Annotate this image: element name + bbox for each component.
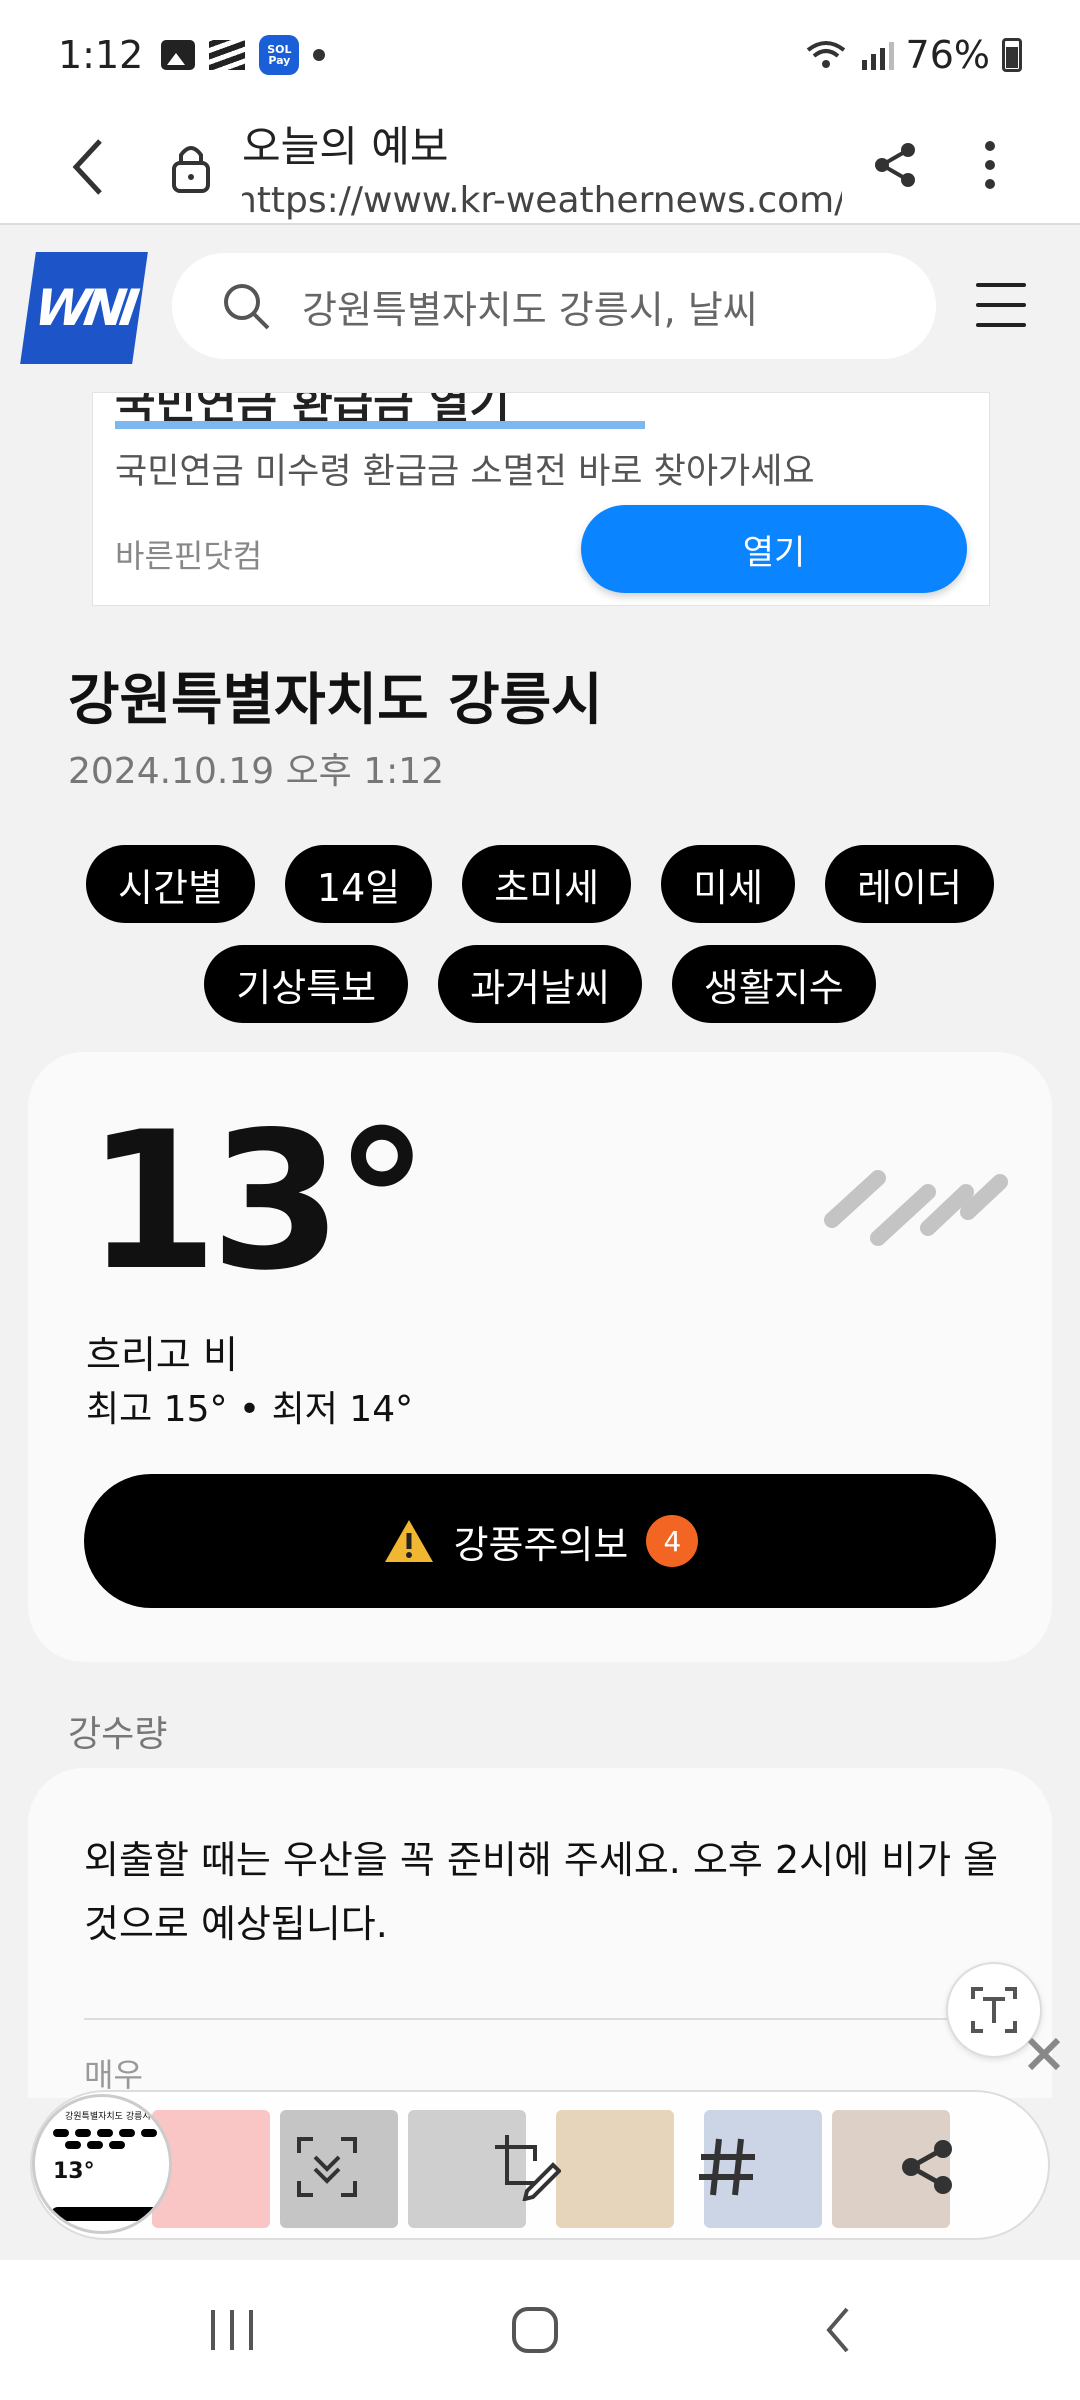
forecast-tabs: 시간별 14일 초미세 미세 레이더 기상특보 과거날씨 생활지수 <box>40 845 1040 1023</box>
precipitation-card: 외출할 때는 우산을 꼭 준비해 주세요. 오후 2시에 비가 올 것으로 예상… <box>28 1768 1052 2098</box>
location-title: 강원특별자치도 강릉시 <box>68 668 603 733</box>
ad-title-underline <box>115 421 645 429</box>
back-button[interactable] <box>58 137 118 197</box>
thumbnail-chip <box>97 2129 113 2137</box>
notification-icons: SOL Pay <box>161 35 326 75</box>
site-header: WNI 강원특별자치도 강릉시, 날씨 <box>0 227 1080 392</box>
site-info-button[interactable] <box>166 137 216 197</box>
screenshot-thumbnail[interactable]: 강원특별자치도 강릉시 13° <box>32 2094 172 2234</box>
tab-life-index[interactable]: 생활지수 <box>671 945 876 1023</box>
gallery-notification-icon <box>161 40 196 70</box>
scroll-capture-icon <box>297 2137 357 2197</box>
tab-ultrafine-dust[interactable]: 초미세 <box>462 845 632 923</box>
weather-condition: 흐리고 비 <box>86 1333 238 1377</box>
divider <box>84 2018 1004 2020</box>
more-vert-icon <box>985 141 995 189</box>
ad-brand: 바른핀닷컴 <box>115 537 263 575</box>
lock-icon <box>172 145 210 193</box>
tab-fine-dust[interactable]: 미세 <box>661 845 796 923</box>
page-url: https://www.kr-weathernews.com/r <box>242 179 842 221</box>
thumbnail-title: 강원특별자치도 강릉시 <box>65 2112 151 2122</box>
current-temperature: 13° <box>86 1091 429 1312</box>
thumbnail-chip <box>109 2141 125 2149</box>
tab-hourly[interactable]: 시간별 <box>86 845 255 923</box>
advertisement-banner[interactable]: 국민연금 환급금 열기 국민연금 미수령 환급금 소멸전 바로 찾아가세요 바른… <box>92 392 990 606</box>
share-button[interactable] <box>860 130 930 200</box>
page-title: 오늘의 예보 <box>242 121 449 171</box>
location-datetime: 2024.10.19 오후 1:12 <box>68 751 445 792</box>
wifi-icon <box>806 41 845 68</box>
back-arrow-icon <box>826 2307 849 2353</box>
sol-pay-icon: SOL Pay <box>259 35 300 75</box>
share-screenshot-button[interactable] <box>872 2112 982 2222</box>
crop-edit-button[interactable] <box>472 2112 582 2222</box>
scroll-capture-button[interactable] <box>272 2112 382 2222</box>
home-button[interactable] <box>495 2300 575 2360</box>
search-input[interactable]: 강원특별자치도 강릉시, 날씨 <box>172 253 936 359</box>
thumbnail-alert-bar <box>51 2207 159 2221</box>
menu-button[interactable] <box>976 283 1026 327</box>
search-placeholder: 강원특별자치도 강릉시, 날씨 <box>302 287 758 332</box>
battery-percent: 76% <box>905 33 990 77</box>
close-toolbar-button[interactable] <box>1018 2028 1070 2080</box>
chevron-left-icon <box>72 138 102 195</box>
current-weather-card: 13° 흐리고 비 최고 15° • 최저 14° 강풍주의보 4 <box>28 1052 1052 1662</box>
more-notifications-dot-icon <box>313 49 326 61</box>
ad-description: 국민연금 미수령 환급금 소멸전 바로 찾아가세요 <box>115 452 815 492</box>
weather-alert-button[interactable]: 강풍주의보 4 <box>84 1474 996 1608</box>
search-icon <box>224 284 270 330</box>
precipitation-section-label: 강수량 <box>68 1714 168 1755</box>
screenshot-toolbar: 강원특별자치도 강릉시 13° <box>30 2090 1050 2240</box>
thumbnail-chip <box>65 2141 81 2149</box>
rain-icon <box>824 1170 1008 1246</box>
nav-back-button[interactable] <box>798 2300 878 2360</box>
crop-edit-icon <box>495 2135 561 2201</box>
recent-apps-button[interactable] <box>192 2300 272 2360</box>
stripes-notification-icon <box>209 40 246 70</box>
tab-past-weather[interactable]: 과거날씨 <box>438 945 642 1023</box>
thumbnail-temperature: 13° <box>53 2159 95 2184</box>
status-bar: 1:12 SOL Pay 76% <box>0 0 1080 110</box>
tab-weather-warnings[interactable]: 기상특보 <box>204 945 409 1023</box>
status-time: 1:12 <box>58 33 144 77</box>
system-navigation-bar <box>0 2260 1080 2400</box>
ad-open-button[interactable]: 열기 <box>581 505 967 593</box>
battery-icon <box>1002 38 1022 72</box>
site-logo[interactable]: WNI <box>20 252 148 364</box>
close-icon <box>1027 2037 1061 2071</box>
alert-count-badge: 4 <box>646 1515 699 1567</box>
browser-toolbar: 오늘의 예보 https://www.kr-weathernews.com/r <box>0 110 1080 225</box>
thumbnail-chip <box>119 2129 135 2137</box>
home-icon <box>512 2307 558 2353</box>
share-icon <box>902 2140 952 2194</box>
text-recognition-icon <box>971 1987 1017 2033</box>
recent-apps-icon <box>211 2310 253 2350</box>
signal-icon <box>861 42 894 70</box>
hashtag-button[interactable] <box>672 2112 782 2222</box>
tab-14-day[interactable]: 14일 <box>284 845 433 923</box>
thumbnail-chip <box>53 2129 69 2137</box>
hashtag-icon <box>699 2138 755 2196</box>
tab-radar[interactable]: 레이더 <box>825 845 994 923</box>
alert-label: 강풍주의보 <box>453 1522 629 1567</box>
thumbnail-chip <box>87 2141 103 2149</box>
share-icon <box>875 143 915 187</box>
precipitation-message: 외출할 때는 우산을 꼭 준비해 주세요. 오후 2시에 비가 올 것으로 예상… <box>84 1838 999 1946</box>
thumbnail-chip <box>75 2129 91 2137</box>
high-low-temperature: 최고 15° • 최저 14° <box>86 1389 414 1430</box>
address-bar[interactable]: 오늘의 예보 https://www.kr-weathernews.com/r <box>242 113 842 221</box>
more-options-button[interactable] <box>960 130 1020 200</box>
thumbnail-chip <box>141 2129 157 2137</box>
warning-icon <box>384 1520 433 1562</box>
hamburger-menu-icon <box>976 283 1026 287</box>
